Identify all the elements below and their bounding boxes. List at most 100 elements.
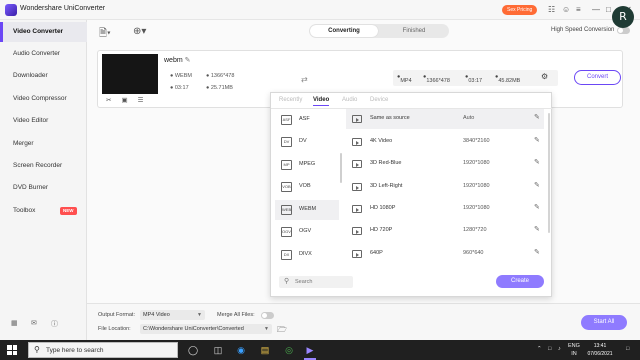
user-icon[interactable]: ☺ bbox=[562, 4, 570, 16]
high-speed-toggle[interactable] bbox=[617, 27, 630, 34]
format-item-dv[interactable]: DV DV bbox=[275, 132, 339, 152]
edit-icon[interactable]: ✎ bbox=[534, 181, 540, 189]
language-indicator[interactable]: ENG IN bbox=[568, 342, 580, 358]
sidebar-item-merger[interactable]: Merger bbox=[0, 134, 87, 154]
taskbar-search[interactable]: ⚲ Type here to search bbox=[28, 342, 178, 358]
resolution-item[interactable]: 3D Red-Blue 1920*1080 ✎ bbox=[346, 154, 544, 174]
help-icon[interactable]: ⓘ bbox=[51, 319, 58, 329]
gift-icon[interactable]: ☷ bbox=[548, 4, 555, 16]
output-resolution-text: 1366*478 bbox=[426, 78, 450, 84]
menu-icon[interactable]: ≡ bbox=[576, 4, 581, 16]
video-thumbnail[interactable] bbox=[102, 54, 158, 94]
sidebar-item-video-compressor[interactable]: Video Compressor bbox=[0, 89, 87, 109]
add-media-icon[interactable]: ⊕▾ bbox=[133, 26, 146, 37]
tab-finished[interactable]: Finished bbox=[380, 25, 448, 37]
resolution-item[interactable]: HD 720P 1280*720 ✎ bbox=[346, 221, 544, 241]
tab-audio[interactable]: Audio bbox=[342, 97, 357, 103]
search-icon: ⚲ bbox=[34, 345, 40, 354]
source-format-text: WEBM bbox=[174, 73, 192, 79]
add-file-icon[interactable]: 🗎▾ bbox=[99, 26, 111, 43]
edit-icon[interactable]: ✎ bbox=[534, 158, 540, 166]
format-item-webm[interactable]: WEB WEBM bbox=[275, 200, 339, 220]
title-bar: Wondershare UniConverter Sex Pricing ☷ ☺… bbox=[0, 0, 640, 20]
maximize-icon[interactable]: □ bbox=[606, 4, 611, 16]
output-format-text: MP4 bbox=[400, 78, 412, 84]
search-input[interactable] bbox=[295, 278, 349, 286]
format-item-divx[interactable]: DX DIVX bbox=[275, 245, 339, 265]
resolution-item[interactable]: 640P 960*640 ✎ bbox=[346, 244, 544, 264]
output-format-select[interactable]: MP4 Video ▼ bbox=[140, 310, 205, 320]
sidebar-item-downloader[interactable]: Downloader bbox=[0, 66, 87, 86]
video-icon bbox=[352, 183, 362, 191]
edit-icon[interactable]: ✎ bbox=[534, 225, 540, 233]
sidebar-item-label: Video Converter bbox=[13, 28, 64, 35]
tab-device[interactable]: Device bbox=[370, 97, 388, 103]
resolution-item[interactable]: HD 1080P 1920*1080 ✎ bbox=[346, 199, 544, 219]
file-location-select[interactable]: C:\Wondershare UniConverter\Converted ▼ bbox=[140, 324, 272, 334]
avatar[interactable]: R bbox=[612, 6, 634, 28]
sidebar: Video Converter Audio Converter Download… bbox=[0, 20, 87, 340]
notification-icon[interactable]: □ bbox=[626, 346, 629, 352]
sale-pricing-button[interactable]: Sex Pricing bbox=[502, 5, 538, 15]
sidebar-item-video-editor[interactable]: Video Editor bbox=[0, 111, 87, 131]
multitask-icon[interactable]: ◫ bbox=[212, 344, 224, 356]
tray-chevron-icon[interactable]: ⌃ bbox=[537, 346, 542, 352]
video-icon bbox=[352, 138, 362, 146]
sidebar-item-video-converter[interactable]: Video Converter bbox=[0, 22, 87, 42]
windows-start-icon[interactable] bbox=[7, 345, 17, 355]
resolution-list-scrollbar[interactable] bbox=[548, 113, 550, 233]
merge-toggle[interactable] bbox=[261, 312, 274, 319]
sidebar-item-screen-recorder[interactable]: Screen Recorder bbox=[0, 156, 87, 176]
resolution-item[interactable]: 3D Left-Right 1920*1080 ✎ bbox=[346, 177, 544, 197]
task-view-icon[interactable]: ◯ bbox=[187, 344, 199, 356]
resolution-name: Same as source bbox=[370, 115, 410, 121]
uniconverter-icon[interactable]: ▶ bbox=[304, 344, 316, 356]
start-all-button[interactable]: Start All bbox=[581, 315, 627, 330]
edit-icon[interactable]: ✎ bbox=[534, 113, 540, 121]
mail-icon[interactable]: ✉ bbox=[31, 319, 37, 327]
format-item-ogv[interactable]: OGV OGV bbox=[275, 222, 339, 242]
crop-icon[interactable]: ▣ bbox=[121, 97, 137, 104]
output-format-value: MP4 Video bbox=[143, 312, 170, 318]
file-name-text: webm bbox=[164, 57, 183, 64]
tab-recently[interactable]: Recently bbox=[279, 97, 302, 103]
network-icon[interactable]: □ bbox=[548, 346, 551, 352]
minimize-icon[interactable]: — bbox=[592, 4, 600, 16]
chrome-icon[interactable]: ◎ bbox=[283, 344, 295, 356]
create-button[interactable]: Create bbox=[496, 275, 544, 288]
format-item-mpeg[interactable]: MP MPEG bbox=[275, 155, 339, 175]
gear-icon[interactable]: ⚙ bbox=[541, 72, 548, 81]
format-label: DV bbox=[299, 138, 307, 144]
asf-icon: ASF bbox=[281, 115, 292, 125]
file-explorer-icon[interactable]: ▤ bbox=[259, 344, 271, 356]
folder-icon[interactable]: 🗁 bbox=[277, 324, 287, 338]
tab-video[interactable]: Video bbox=[313, 97, 330, 106]
format-list-scrollbar[interactable] bbox=[340, 153, 342, 183]
edit-icon[interactable]: ✎ bbox=[534, 248, 540, 256]
output-size-text: 45.82MB bbox=[498, 78, 521, 84]
format-dropdown: Recently Video Audio Device ASF ASF DV DV … bbox=[270, 92, 553, 297]
resolution-item[interactable]: 4K Video 3840*2160 ✎ bbox=[346, 132, 544, 152]
format-item-asf[interactable]: ASF ASF bbox=[275, 110, 339, 130]
edit-icon[interactable]: ✎ bbox=[534, 136, 540, 144]
clock[interactable]: 13:41 07/06/2021 bbox=[583, 342, 617, 358]
edge-browser-icon[interactable]: ◉ bbox=[235, 344, 247, 356]
sidebar-item-audio-converter[interactable]: Audio Converter bbox=[0, 44, 87, 64]
resolution-name: 3D Left-Right bbox=[370, 183, 403, 189]
sidebar-item-dvd-burner[interactable]: DVD Burner bbox=[0, 178, 87, 198]
tab-converting[interactable]: Converting bbox=[310, 25, 378, 37]
sidebar-item-label: DVD Burner bbox=[13, 184, 49, 191]
trim-icon[interactable]: ✂ bbox=[106, 97, 121, 104]
settings-list-icon[interactable]: ☰ bbox=[138, 97, 154, 104]
sidebar-item-toolbox[interactable]: Toolbox NEW bbox=[0, 201, 87, 221]
edit-icon[interactable]: ✎ bbox=[534, 203, 540, 211]
thumbnail-tools: ✂▣☰ bbox=[106, 96, 153, 104]
output-duration: ● 03:17 bbox=[465, 74, 483, 84]
convert-button[interactable]: Convert bbox=[574, 70, 621, 85]
resolution-item[interactable]: Same as source Auto ✎ bbox=[346, 109, 544, 129]
volume-icon[interactable]: ♪ bbox=[558, 346, 561, 352]
edit-name-icon[interactable]: ✎ bbox=[185, 57, 191, 64]
format-item-vob[interactable]: VOB VOB bbox=[275, 177, 339, 197]
resolution-name: HD 720P bbox=[370, 227, 393, 233]
book-icon[interactable]: ▦ bbox=[11, 319, 18, 327]
